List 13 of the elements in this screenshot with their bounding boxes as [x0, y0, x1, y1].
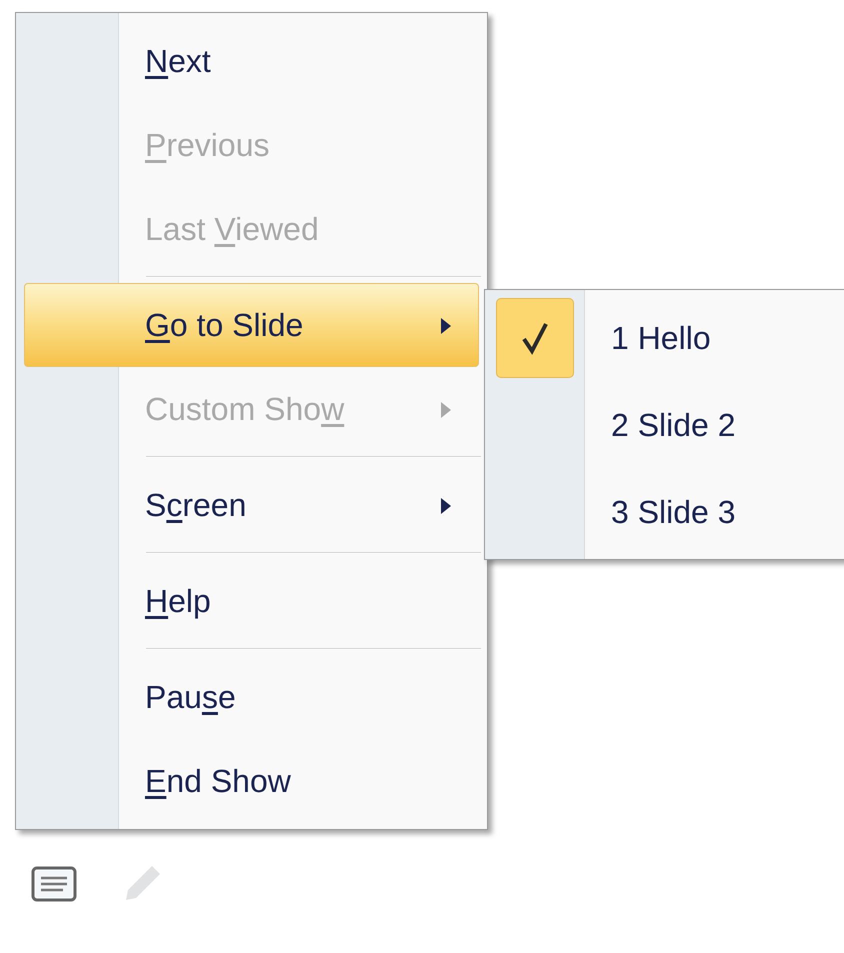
menu-icon[interactable]: [30, 864, 78, 904]
menu-item[interactable]: Pause: [24, 655, 479, 739]
menu-item[interactable]: Go to Slide: [24, 283, 479, 367]
submenu-item[interactable]: 3 Slide 3: [611, 488, 736, 536]
menu-item[interactable]: Screen: [24, 463, 479, 547]
menu-item[interactable]: End Show: [24, 739, 479, 823]
submenu-item[interactable]: 1 Hello: [611, 314, 711, 362]
submenu-arrow-icon: [440, 317, 452, 335]
menu-item[interactable]: Help: [24, 559, 479, 643]
submenu-item[interactable]: 2 Slide 2: [611, 400, 736, 448]
menu-item[interactable]: Next: [24, 19, 479, 103]
submenu-arrow-icon: [440, 401, 452, 419]
submenu-arrow-icon: [440, 497, 452, 515]
